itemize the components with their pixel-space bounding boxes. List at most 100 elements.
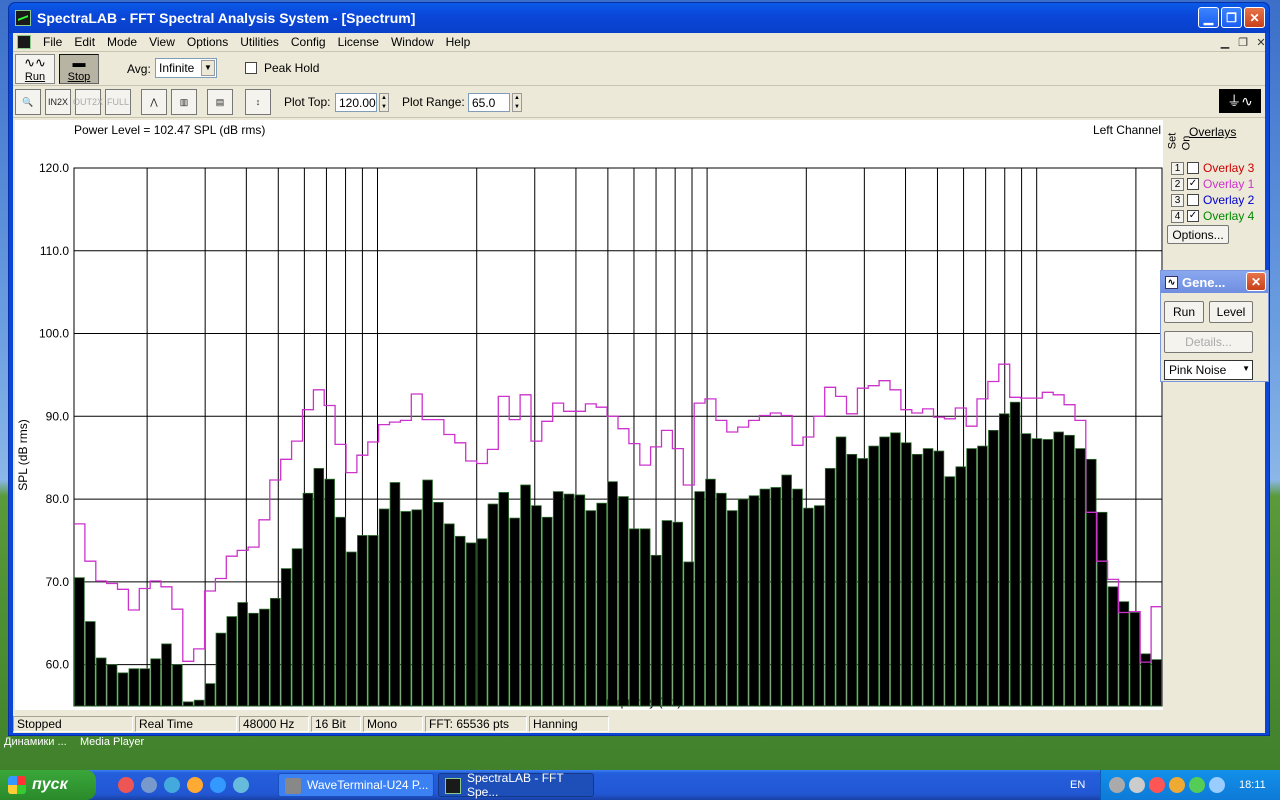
x-tick-label: 800 [665, 709, 685, 710]
spectrum-bar [639, 528, 651, 707]
overlay-set-button[interactable]: 3 [1171, 193, 1184, 207]
x-tick-label: 10.0k [1022, 709, 1052, 710]
plot-area[interactable]: Power Level = 102.47 SPL (dB rms) Left C… [15, 120, 1163, 710]
status-fft-size: FFT: 65536 pts [425, 715, 527, 732]
plot-range-input[interactable]: 65.0 [468, 93, 510, 112]
child-minimize-button[interactable]: ▁ [1217, 35, 1233, 49]
overlay-options-button[interactable]: Options... [1167, 225, 1229, 244]
avg-label: Avg: [127, 62, 151, 76]
overlay-set-button[interactable]: 2 [1171, 177, 1184, 191]
generator-details-button[interactable]: Details... [1164, 331, 1253, 353]
dropdown-arrow-icon[interactable]: ▼ [1242, 364, 1250, 373]
tray-volume-icon[interactable] [1149, 777, 1165, 793]
generator-signal-select[interactable]: Pink Noise ▼ [1164, 360, 1253, 380]
menu-file[interactable]: File [37, 35, 68, 49]
overlay-set-button[interactable]: 1 [1171, 161, 1184, 175]
firefox-icon[interactable] [118, 777, 134, 793]
tray-network-icon[interactable] [1109, 777, 1125, 793]
overlay-label: Overlay 2 [1203, 193, 1255, 207]
run-button[interactable]: ∿∿ Run [15, 54, 55, 84]
spectrum-bar [302, 492, 314, 707]
close-button[interactable]: ✕ [1244, 7, 1265, 28]
tray-app-icon[interactable] [1189, 777, 1205, 793]
generator-run-button[interactable]: Run [1164, 301, 1204, 323]
search-icon[interactable] [164, 777, 180, 793]
spectrum-bar [1096, 511, 1108, 707]
spectralab-app-icon [15, 10, 31, 26]
overlay-label: Overlay 4 [1203, 209, 1255, 223]
avg-select[interactable]: Infinite ▼ [155, 58, 217, 78]
desktop-icon-media-player[interactable]: Media Player [80, 736, 144, 748]
x-tick-label: 100 [367, 709, 387, 710]
media-icon[interactable] [141, 777, 157, 793]
child-window-icon[interactable] [17, 35, 31, 49]
generator-close-button[interactable]: ✕ [1246, 272, 1266, 291]
spectrum-bar [357, 535, 368, 707]
menu-utilities[interactable]: Utilities [234, 35, 285, 49]
menu-view[interactable]: View [143, 35, 181, 49]
y-tick-label: 120.0 [39, 161, 69, 175]
tray-monitor-icon[interactable] [1209, 777, 1225, 793]
menu-options[interactable]: Options [181, 35, 234, 49]
spectrum-bar [661, 520, 673, 707]
child-close-button[interactable]: ✕ [1253, 35, 1269, 49]
overlay-on-checkbox[interactable] [1187, 162, 1199, 174]
spectrum-bar [988, 429, 999, 707]
menu-edit[interactable]: Edit [68, 35, 101, 49]
generator-title-bar[interactable]: ∿ Gene... ✕ [1161, 271, 1268, 293]
menu-mode[interactable]: Mode [101, 35, 143, 49]
explorer-icon[interactable] [233, 777, 249, 793]
spectrum-bar [803, 507, 814, 707]
spectrum-chart[interactable]: Power Level = 102.47 SPL (dB rms) Left C… [15, 120, 1163, 710]
title-bar[interactable]: SpectraLAB - FFT Spectral Analysis Syste… [9, 3, 1269, 33]
zoom-icon[interactable]: 🔍 [15, 89, 41, 115]
spectrum-bar [182, 701, 194, 707]
maximize-button[interactable]: ❐ [1221, 7, 1242, 28]
zoom-out-2x-icon[interactable]: OUT2X [73, 89, 103, 115]
spectrum-bar [150, 658, 161, 707]
menu-window[interactable]: Window [385, 35, 440, 49]
stop-button[interactable]: ▬ Stop [59, 54, 99, 84]
properties-icon[interactable]: ▤ [207, 89, 233, 115]
plot-top-input[interactable]: 120.00 [335, 93, 377, 112]
peak-hold-label: Peak Hold [264, 61, 320, 75]
menu-license[interactable]: License [332, 35, 385, 49]
tray-audio-icon[interactable] [1129, 777, 1145, 793]
overlay-on-checkbox[interactable] [1187, 194, 1199, 206]
menu-config[interactable]: Config [285, 35, 332, 49]
signal-generator-icon[interactable]: ⏚∿ [1219, 89, 1261, 113]
overlay-set-button[interactable]: 4 [1171, 209, 1184, 223]
language-indicator[interactable]: EN [1070, 779, 1085, 791]
tray-folder-icon[interactable] [1169, 777, 1185, 793]
bar-display-icon[interactable]: ▥ [171, 89, 197, 115]
task-waveterminal[interactable]: WaveTerminal-U24 P... [278, 773, 434, 797]
spectrum-bar [520, 484, 531, 707]
spectrum-bar [313, 468, 325, 707]
spectrum-bar [748, 495, 760, 707]
scale-icon[interactable]: ↕ [245, 89, 271, 115]
line-display-icon[interactable]: ⋀ [141, 89, 167, 115]
player-icon[interactable] [187, 777, 203, 793]
dropdown-arrow-icon[interactable]: ▼ [201, 60, 215, 76]
overlay-label: Overlay 3 [1203, 161, 1255, 175]
peak-hold-checkbox[interactable] [245, 62, 257, 74]
plot-range-spinner[interactable]: ▲ ▼ [512, 93, 522, 112]
overlay-row: 1 Overlay 3 [1171, 161, 1254, 175]
zoom-out-full-icon[interactable]: FULL [105, 89, 131, 115]
overlay-on-checkbox[interactable]: ✓ [1187, 178, 1199, 190]
menu-help[interactable]: Help [440, 35, 477, 49]
plot-top-spinner[interactable]: ▲ ▼ [379, 93, 389, 112]
start-button[interactable]: пуск [0, 770, 96, 800]
task-spectralab[interactable]: SpectraLAB - FFT Spe... [438, 771, 594, 799]
spectrum-bar [1064, 434, 1075, 707]
overlay-on-checkbox[interactable]: ✓ [1187, 210, 1199, 222]
desktop-icon-speakers[interactable]: Динамики ... [4, 736, 67, 748]
generator-level-button[interactable]: Level [1209, 301, 1253, 323]
child-restore-button[interactable]: ❐ [1235, 35, 1251, 49]
spectrum-bar [378, 508, 390, 707]
zoom-in-2x-icon[interactable]: IN2X [45, 89, 71, 115]
spectrum-bar [172, 664, 183, 707]
minimize-button[interactable]: ▁ [1198, 7, 1219, 28]
ie-icon[interactable] [210, 777, 226, 793]
overlay-row: 4 ✓ Overlay 4 [1171, 209, 1254, 223]
